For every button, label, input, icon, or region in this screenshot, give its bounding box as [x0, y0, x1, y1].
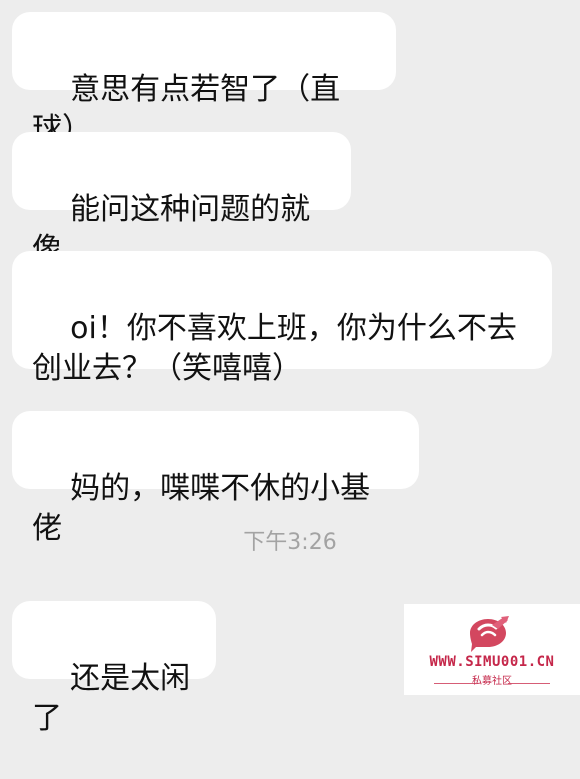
message-bubble-5[interactable]: 还是太闲了	[12, 601, 216, 736]
message-text: oi！你不喜欢上班，你为什么不去 创业去？（笑嘻嘻）	[32, 311, 517, 386]
message-bubble-3[interactable]: oi！你不喜欢上班，你为什么不去 创业去？（笑嘻嘻）	[12, 251, 552, 386]
chat-conversation: 意思有点若智了（直球） 能问这种问题的就像 oi！你不喜欢上班，你为什么不去 创…	[0, 0, 580, 736]
message-text: 还是太闲了	[32, 661, 191, 736]
watermark-site: WWW.SIMU001.CN	[429, 654, 555, 670]
message-bubble-4[interactable]: 妈的，喋喋不休的小基佬	[12, 411, 419, 546]
message-bubble-1[interactable]: 意思有点若智了（直球）	[12, 12, 396, 147]
chat-bubble-logo-icon	[470, 616, 509, 652]
timestamp: 下午3:26	[243, 530, 337, 555]
watermark-subtitle: 私募社区	[472, 676, 512, 687]
message-bubble-2[interactable]: 能问这种问题的就像	[12, 132, 351, 267]
watermark: WWW.SIMU001.CN 私募社区	[404, 604, 580, 695]
